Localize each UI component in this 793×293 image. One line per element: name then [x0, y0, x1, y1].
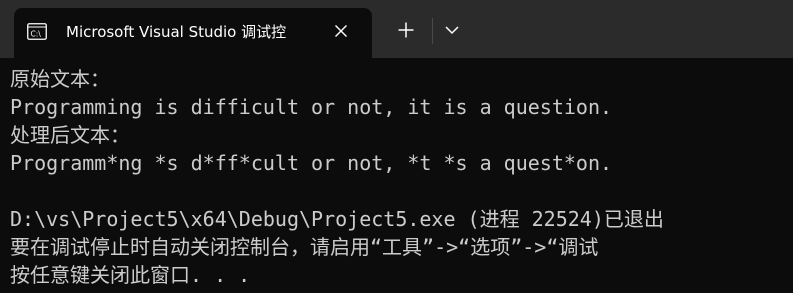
- console-window: C:\ Microsoft Visual Studio 调试控 原始文本： Pr…: [0, 0, 793, 293]
- console-output[interactable]: 原始文本： Programming is difficult or not, i…: [0, 58, 793, 293]
- plus-icon[interactable]: [396, 20, 416, 40]
- console-line: Programming is difficult or not, it is a…: [10, 95, 613, 119]
- console-line: 处理后文本：: [10, 123, 130, 147]
- toolbar-divider: [432, 18, 433, 44]
- svg-text:C:\: C:\: [31, 30, 42, 39]
- tab-bar: C:\ Microsoft Visual Studio 调试控: [0, 0, 793, 58]
- console-line: 按任意键关闭此窗口. . .: [10, 263, 251, 287]
- close-icon[interactable]: [332, 22, 350, 40]
- tab-title: Microsoft Visual Studio 调试控: [66, 23, 287, 41]
- console-line: D:\vs\Project5\x64\Debug\Project5.exe (进…: [10, 207, 664, 231]
- console-line: 原始文本：: [10, 67, 110, 91]
- console-line: Programm*ng *s d*ff*cult or not, *t *s a…: [10, 151, 613, 175]
- chevron-down-icon[interactable]: [443, 22, 461, 38]
- tab-debug-console[interactable]: C:\ Microsoft Visual Studio 调试控: [14, 8, 372, 58]
- console-line: 要在调试停止时自动关闭控制台，请启用“工具”->“选项”->“调试: [10, 235, 599, 259]
- console-app-icon: C:\: [27, 23, 47, 40]
